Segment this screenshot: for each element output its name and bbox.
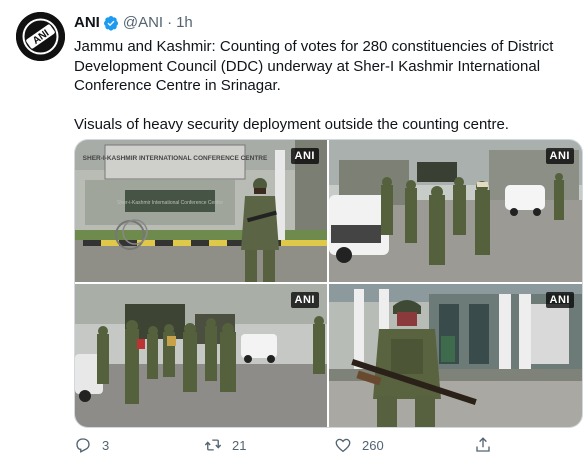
media-grid: SHER-I-KASHMIR INTERNATIONAL CONFERENCE …	[74, 139, 583, 428]
tweet-text-paragraph-1: Jammu and Kashmir: Counting of votes for…	[74, 38, 554, 94]
photo-3-image	[75, 284, 327, 427]
reply-count: 3	[102, 437, 110, 453]
author-name[interactable]: ANI	[74, 14, 100, 31]
photo-1-sign-title: SHER-I-KASHMIR INTERNATIONAL CONFERENCE …	[83, 155, 268, 162]
retweet-icon	[204, 439, 222, 451]
verified-badge-icon	[103, 15, 118, 31]
photo-3[interactable]: ANI	[75, 284, 327, 427]
photo-1[interactable]: SHER-I-KASHMIR INTERNATIONAL CONFERENCE …	[75, 140, 327, 282]
reply-button[interactable]: 3	[74, 436, 109, 454]
like-button[interactable]: 260	[334, 436, 384, 454]
retweet-count: 21	[232, 437, 247, 453]
share-button[interactable]	[474, 436, 492, 454]
like-count: 260	[362, 437, 384, 453]
avatar[interactable]: ANI	[16, 12, 65, 61]
photo-3-watermark: ANI	[290, 292, 319, 308]
ani-logo-icon: ANI	[16, 12, 65, 61]
photo-4[interactable]: ANI	[329, 284, 582, 427]
separator-dot: ·	[167, 14, 173, 31]
share-icon	[476, 437, 490, 452]
tweet-timestamp[interactable]: 1h	[176, 14, 193, 31]
photo-2[interactable]: ANI	[329, 140, 582, 282]
retweet-button[interactable]: 21	[204, 436, 246, 454]
photo-1-image: SHER-I-KASHMIR INTERNATIONAL CONFERENCE …	[75, 140, 327, 282]
heart-icon	[335, 438, 351, 453]
reply-icon	[76, 438, 90, 453]
author-handle[interactable]: @ANI	[123, 14, 163, 31]
photo-2-watermark: ANI	[545, 148, 574, 164]
photo-1-watermark: ANI	[290, 148, 319, 164]
tweet-text: Jammu and Kashmir: Counting of votes for…	[74, 37, 569, 135]
tweet-actions: 3 21 260	[74, 436, 574, 458]
tweet-text-paragraph-2: Visuals of heavy security deployment out…	[74, 116, 509, 133]
photo-4-watermark: ANI	[545, 292, 574, 308]
photo-2-image	[329, 140, 582, 282]
tweet-header: ANI @ANI · 1h	[74, 14, 193, 31]
photo-4-image	[329, 284, 582, 427]
